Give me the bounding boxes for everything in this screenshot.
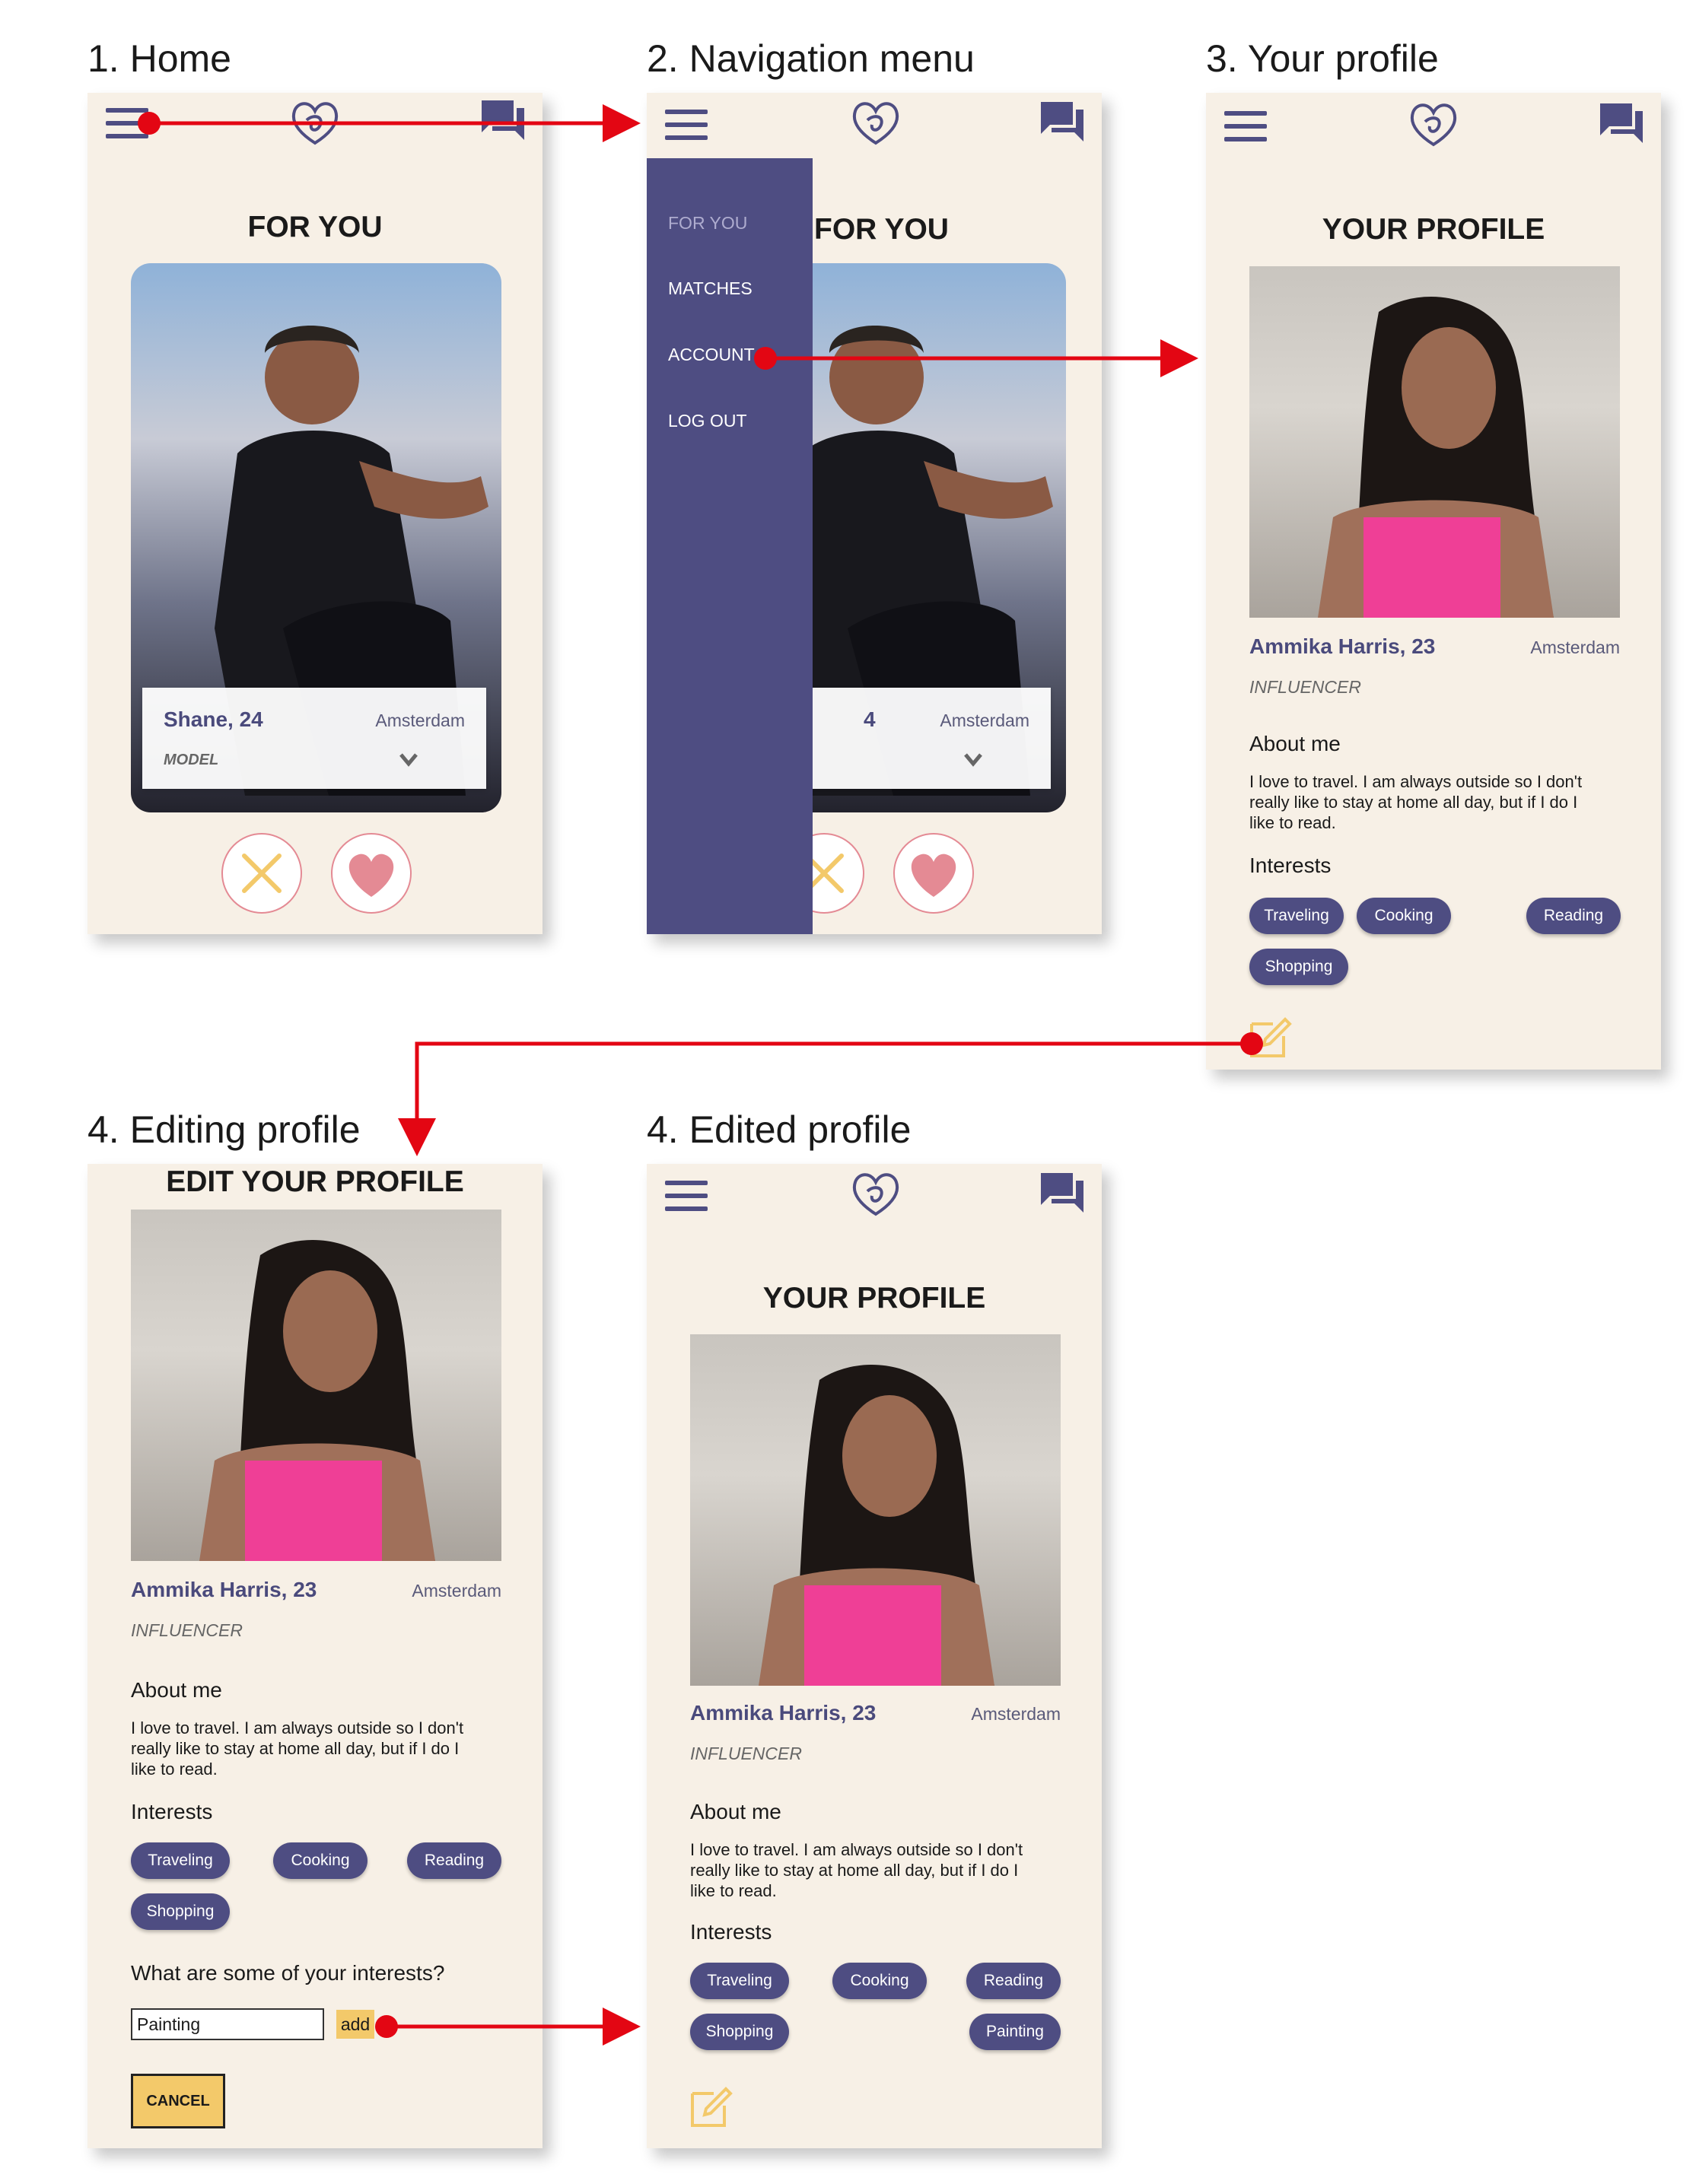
chat-icon[interactable]	[480, 99, 526, 141]
interest-pill[interactable]: Shopping	[690, 2014, 789, 2050]
profile-info-card[interactable]: Shane, 24 Amsterdam MODEL	[142, 688, 486, 789]
interest-pill[interactable]: Reading	[966, 1963, 1061, 1999]
interest-pill[interactable]: Shopping	[1249, 949, 1348, 985]
chevron-down-icon[interactable]	[399, 753, 418, 767]
about-line: I love to travel. I am always outside so…	[690, 1840, 1023, 1859]
hamburger-icon[interactable]	[665, 1179, 711, 1214]
about-me-text: I love to travel. I am always outside so…	[1249, 771, 1630, 833]
page-title: FOR YOU	[814, 213, 949, 246]
chat-icon[interactable]	[1039, 100, 1085, 143]
heart-icon	[348, 854, 394, 897]
heart-logo-icon	[852, 102, 899, 145]
about-me-text[interactable]: I love to travel. I am always outside so…	[131, 1718, 511, 1779]
page-title: FOR YOU	[247, 211, 383, 243]
interest-input[interactable]: Painting	[131, 2008, 324, 2040]
interests-heading: Interests	[1249, 854, 1332, 877]
add-interest-button[interactable]: add	[336, 2010, 374, 2039]
page-title: EDIT YOUR PROFILE	[166, 1165, 464, 1198]
about-line: really like to stay at home all day, but…	[690, 1861, 1019, 1880]
chevron-down-icon[interactable]	[964, 753, 982, 767]
profile-name: Ammika Harris, 23	[690, 1701, 877, 1725]
hamburger-icon[interactable]	[106, 106, 151, 141]
interest-pill[interactable]: Shopping	[131, 1893, 230, 1930]
menu-item-matches[interactable]: MATCHES	[668, 278, 753, 299]
about-line: I love to travel. I am always outside so…	[131, 1718, 464, 1737]
profile-photo	[1249, 266, 1620, 618]
profile-photo	[690, 1334, 1061, 1686]
step-title-nav-menu: 2. Navigation menu	[647, 37, 975, 80]
your-profile-screen: YOUR PROFILE Ammika Harris, 23 Amsterdam…	[1206, 93, 1661, 1070]
like-button[interactable]	[331, 833, 412, 914]
edit-icon[interactable]	[688, 2083, 735, 2130]
interest-pill[interactable]: Traveling	[690, 1963, 789, 1999]
navigation-drawer: FOR YOU MATCHES ACCOUNT LOG OUT	[647, 158, 813, 934]
hamburger-icon[interactable]	[1224, 110, 1270, 145]
heart-logo-icon	[1410, 103, 1457, 147]
about-line: really like to stay at home all day, but…	[131, 1739, 460, 1758]
profile-photo	[131, 1210, 501, 1561]
about-me-heading: About me	[131, 1678, 222, 1702]
dislike-button[interactable]	[221, 833, 302, 914]
interests-heading: Interests	[131, 1800, 213, 1823]
like-button[interactable]	[893, 833, 974, 914]
nav-menu-screen: FOR YOU 4 Amsterdam FOR YOU MATCHES ACCO…	[647, 93, 1102, 934]
profile-job: INFLUENCER	[1249, 677, 1361, 697]
step-title-your-profile: 3. Your profile	[1206, 37, 1439, 80]
cancel-button[interactable]: CANCEL	[131, 2074, 225, 2128]
interest-pill[interactable]: Cooking	[273, 1842, 368, 1879]
menu-item-account[interactable]: ACCOUNT	[668, 345, 755, 365]
interest-pill[interactable]: Reading	[1526, 898, 1621, 934]
interest-pill[interactable]: Cooking	[832, 1963, 927, 1999]
about-line: like to read.	[1249, 813, 1336, 832]
page-title: YOUR PROFILE	[1322, 213, 1545, 246]
step-title-home: 1. Home	[88, 37, 231, 80]
interest-pill[interactable]: Cooking	[1357, 898, 1451, 934]
profile-photo: Shane, 24 Amsterdam MODEL	[131, 263, 501, 812]
home-screen: FOR YOU Shane, 24 Amsterdam MODEL	[88, 93, 543, 934]
heart-icon	[911, 854, 956, 897]
profile-name: Ammika Harris, 23	[131, 1578, 317, 1601]
heart-logo-icon	[291, 102, 339, 145]
profile-name: Shane, 24	[164, 707, 263, 731]
person-silhouette	[199, 1240, 435, 1561]
about-line: I love to travel. I am always outside so…	[1249, 772, 1583, 791]
hamburger-icon[interactable]	[665, 108, 711, 143]
edit-icon[interactable]	[1247, 1013, 1294, 1060]
about-me-heading: About me	[690, 1800, 781, 1823]
profile-city: Amsterdam	[412, 1581, 501, 1601]
interest-pill[interactable]: Traveling	[131, 1842, 230, 1879]
profile-city: Amsterdam	[1530, 637, 1620, 657]
interests-question: What are some of your interests?	[131, 1961, 445, 1985]
about-line: really like to stay at home all day, but…	[1249, 793, 1578, 812]
profile-city: Amsterdam	[375, 711, 465, 730]
chat-icon[interactable]	[1599, 102, 1644, 145]
interest-pill[interactable]: Reading	[407, 1842, 501, 1879]
profile-city: Amsterdam	[940, 711, 1029, 730]
person-silhouette	[1318, 297, 1554, 618]
interests-heading: Interests	[690, 1920, 772, 1944]
profile-name-fragment: 4	[864, 707, 876, 731]
about-me-heading: About me	[1249, 732, 1341, 755]
interest-pill[interactable]: Painting	[969, 2014, 1061, 2050]
chat-icon[interactable]	[1039, 1171, 1085, 1214]
heart-logo-icon	[852, 1173, 899, 1216]
edited-profile-screen: YOUR PROFILE Ammika Harris, 23 Amsterdam…	[647, 1164, 1102, 2148]
menu-item-for-you[interactable]: FOR YOU	[668, 213, 747, 234]
about-line: like to read.	[690, 1881, 777, 1900]
editing-profile-screen: EDIT YOUR PROFILE Ammika Harris, 23 Amst…	[88, 1164, 543, 2148]
profile-job: MODEL	[164, 752, 219, 768]
profile-job: INFLUENCER	[690, 1744, 802, 1763]
step-title-edited-profile: 4. Edited profile	[647, 1108, 912, 1151]
about-me-text: I love to travel. I am always outside so…	[690, 1839, 1071, 1901]
interest-pill[interactable]: Traveling	[1249, 898, 1344, 934]
page-title: YOUR PROFILE	[762, 1282, 986, 1315]
step-title-editing-profile: 4. Editing profile	[88, 1108, 361, 1151]
about-line: like to read.	[131, 1760, 218, 1779]
close-icon	[242, 854, 282, 893]
profile-city: Amsterdam	[971, 1704, 1061, 1724]
person-silhouette	[759, 1365, 994, 1686]
menu-item-log-out[interactable]: LOG OUT	[668, 411, 747, 431]
profile-job: INFLUENCER	[131, 1620, 243, 1640]
profile-name: Ammika Harris, 23	[1249, 634, 1436, 658]
